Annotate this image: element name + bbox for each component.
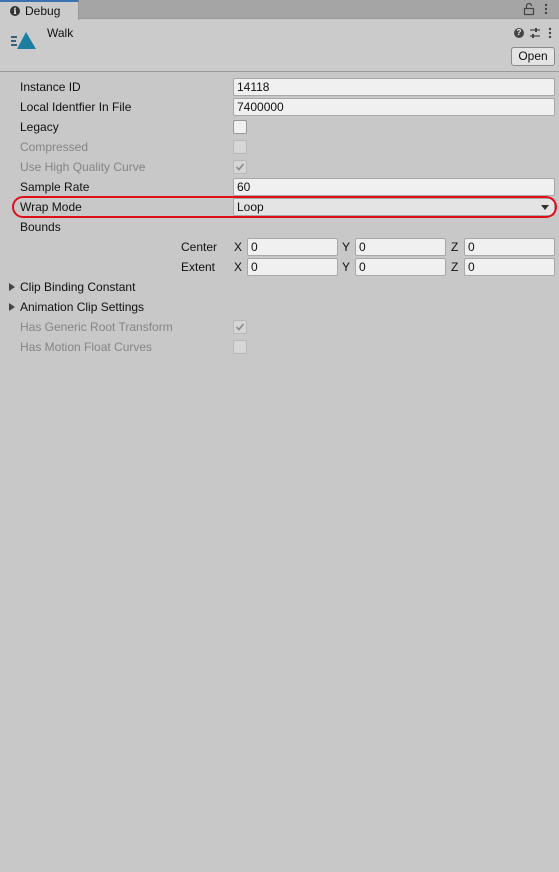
center-x-axis-label: X bbox=[234, 240, 243, 254]
bounds-row: Bounds bbox=[0, 217, 559, 237]
menu-icon[interactable] bbox=[542, 2, 550, 16]
local-identifier-label: Local Identfier In File bbox=[20, 100, 132, 114]
motion-float-curves-label: Has Motion Float Curves bbox=[20, 340, 153, 354]
high-quality-curve-row: Use High Quality Curve bbox=[0, 157, 559, 177]
foldout-arrow-icon[interactable] bbox=[9, 303, 15, 311]
header-menu-icon[interactable] bbox=[547, 26, 553, 40]
high-quality-curve-checkbox bbox=[233, 160, 247, 174]
legacy-checkbox[interactable] bbox=[233, 120, 247, 134]
extent-z-axis-label: Z bbox=[451, 260, 459, 274]
asset-name: Walk bbox=[47, 26, 74, 40]
generic-root-transform-checkbox bbox=[233, 320, 247, 334]
center-z-axis-label: Z bbox=[451, 240, 459, 254]
compressed-label: Compressed bbox=[20, 140, 89, 154]
sample-rate-row: Sample Rate 60 bbox=[0, 177, 559, 197]
sample-rate-field[interactable]: 60 bbox=[233, 178, 555, 196]
lock-icon[interactable] bbox=[523, 2, 535, 16]
center-y-axis-label: Y bbox=[342, 240, 351, 254]
instance-id-label: Instance ID bbox=[20, 80, 81, 94]
wrap-mode-label: Wrap Mode bbox=[20, 200, 82, 214]
center-label: Center bbox=[181, 240, 218, 254]
compressed-checkbox bbox=[233, 140, 247, 154]
animation-clip-settings-foldout[interactable]: Animation Clip Settings bbox=[0, 297, 559, 317]
instance-id-field[interactable]: 14118 bbox=[233, 78, 555, 96]
preset-icon[interactable] bbox=[529, 27, 541, 39]
open-button[interactable]: Open bbox=[511, 47, 555, 66]
local-identifier-field[interactable]: 7400000 bbox=[233, 98, 555, 116]
local-identifier-row: Local Identfier In File 7400000 bbox=[0, 97, 559, 117]
foldout-arrow-icon[interactable] bbox=[9, 283, 15, 291]
dropdown-arrow-icon bbox=[541, 205, 549, 210]
wrap-mode-row: Wrap Mode Loop bbox=[0, 196, 559, 218]
compressed-row: Compressed bbox=[0, 137, 559, 157]
center-y-field[interactable]: 0 bbox=[355, 238, 446, 256]
extent-x-axis-label: X bbox=[234, 260, 243, 274]
tab-debug-label: Debug bbox=[25, 4, 61, 18]
extent-x-field[interactable]: 0 bbox=[247, 258, 338, 276]
wrap-mode-dropdown[interactable]: Loop bbox=[233, 198, 555, 216]
extent-label: Extent bbox=[181, 260, 216, 274]
wrap-mode-value: Loop bbox=[237, 200, 264, 214]
bounds-center-row: Center X 0 Y 0 Z 0 bbox=[0, 237, 559, 257]
legacy-label: Legacy bbox=[20, 120, 59, 134]
extent-y-field[interactable]: 0 bbox=[355, 258, 446, 276]
tab-bar: i Debug bbox=[0, 0, 559, 20]
motion-float-curves-row: Has Motion Float Curves bbox=[0, 337, 559, 357]
motion-float-curves-checkbox bbox=[233, 340, 247, 354]
tab-debug[interactable]: i Debug bbox=[0, 0, 79, 20]
bounds-extent-row: Extent X 0 Y 0 Z 0 bbox=[0, 257, 559, 277]
instance-id-row: Instance ID 14118 bbox=[0, 77, 559, 97]
help-icon[interactable]: ? bbox=[514, 28, 524, 38]
sample-rate-label: Sample Rate bbox=[20, 180, 90, 194]
check-icon bbox=[235, 163, 245, 171]
clip-binding-constant-label: Clip Binding Constant bbox=[20, 280, 136, 294]
extent-y-axis-label: Y bbox=[342, 260, 351, 274]
animation-clip-icon bbox=[11, 32, 36, 49]
legacy-row: Legacy bbox=[0, 117, 559, 137]
info-icon: i bbox=[10, 6, 20, 16]
check-icon bbox=[235, 323, 245, 331]
center-z-field[interactable]: 0 bbox=[464, 238, 555, 256]
generic-root-transform-label: Has Generic Root Transform bbox=[20, 320, 173, 334]
generic-root-transform-row: Has Generic Root Transform bbox=[0, 317, 559, 337]
high-quality-curve-label: Use High Quality Curve bbox=[20, 160, 146, 174]
bounds-label: Bounds bbox=[20, 220, 61, 234]
clip-binding-constant-foldout[interactable]: Clip Binding Constant bbox=[0, 277, 559, 297]
center-x-field[interactable]: 0 bbox=[247, 238, 338, 256]
extent-z-field[interactable]: 0 bbox=[464, 258, 555, 276]
animation-clip-settings-label: Animation Clip Settings bbox=[20, 300, 145, 314]
inspector-header: Walk ? Open bbox=[0, 20, 559, 72]
